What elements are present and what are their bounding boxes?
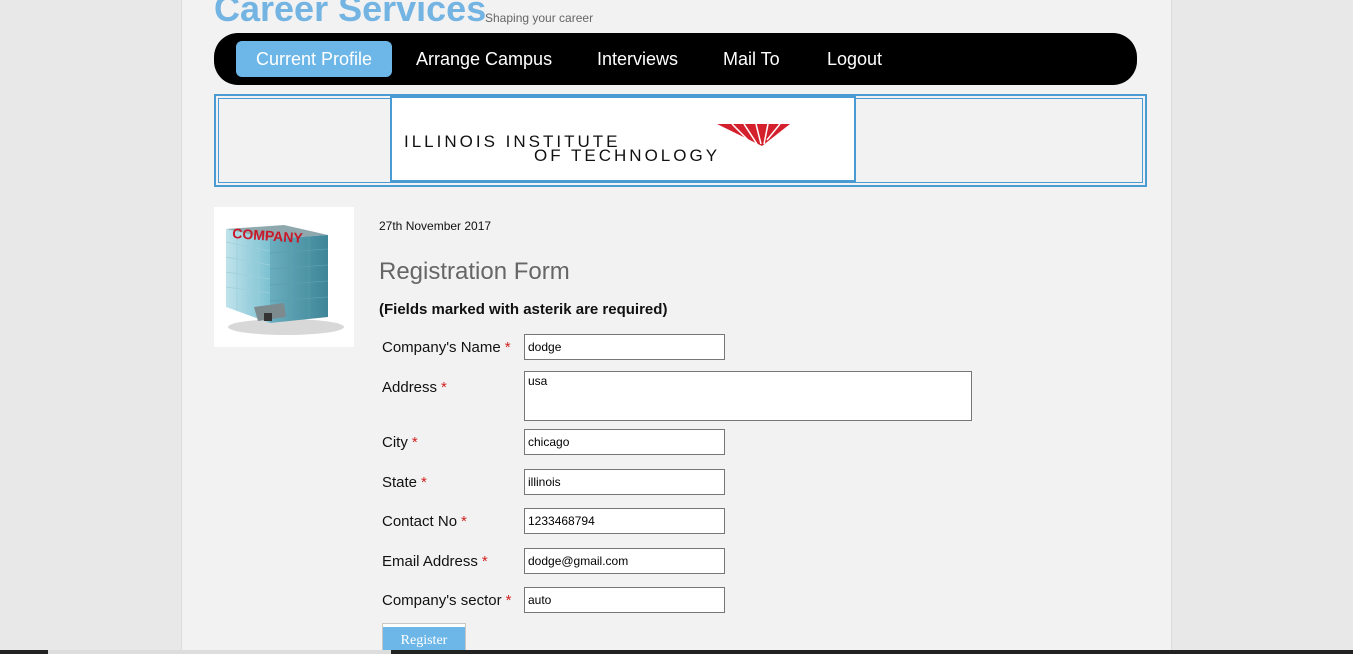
label-text: City [382, 434, 408, 451]
label-text: Contact No [382, 513, 458, 530]
label-contact-no: Contact No * [382, 513, 467, 530]
nav-mail-to[interactable]: Mail To [703, 41, 800, 77]
required-asterisk: * [461, 513, 467, 530]
required-asterisk: * [411, 434, 418, 451]
label-text: Company's Name [382, 339, 501, 356]
main-navbar: Current Profile Arrange Campus Interview… [214, 33, 1137, 85]
email-address-input[interactable] [524, 548, 725, 574]
required-asterisk: * [505, 592, 512, 609]
label-text: State [382, 474, 418, 491]
label-city: City * [382, 434, 418, 451]
nav-arrange-campus[interactable]: Arrange Campus [396, 41, 572, 77]
site-title: Career Services [214, 0, 487, 29]
company-name-input[interactable] [524, 334, 725, 360]
taskbar-highlight [48, 650, 391, 654]
nav-current-profile[interactable]: Current Profile [236, 41, 393, 77]
label-text: Company's sector [382, 592, 502, 609]
contact-no-input[interactable] [524, 508, 725, 534]
nav-interviews[interactable]: Interviews [577, 41, 698, 77]
banner: ILLINOIS INSTITUTE OF TECHNOLOGY [214, 94, 1147, 187]
company-sector-input[interactable] [524, 587, 725, 613]
city-input[interactable] [524, 429, 725, 455]
label-address: Address * [382, 379, 447, 396]
current-date: 27th November 2017 [379, 219, 492, 233]
logo-text-line2: OF TECHNOLOGY [534, 146, 721, 165]
form-title: Registration Form [379, 258, 570, 285]
site-tagline: Shaping your career [485, 11, 594, 25]
iit-logo: ILLINOIS INSTITUTE OF TECHNOLOGY [390, 96, 856, 182]
required-asterisk: * [504, 339, 511, 356]
nav-logout[interactable]: Logout [807, 41, 902, 77]
label-email-address: Email Address * [382, 553, 488, 570]
label-text: Email Address [382, 553, 478, 570]
label-company-sector: Company's sector * [382, 592, 511, 609]
label-company-name: Company's Name * [382, 339, 511, 356]
address-textarea[interactable]: usa [524, 371, 972, 421]
label-text: Address [382, 379, 438, 396]
company-building-image: COMPANY [214, 207, 354, 347]
taskbar-edge [0, 650, 1353, 654]
required-asterisk: * [441, 379, 447, 396]
state-input[interactable] [524, 469, 725, 495]
required-fields-note: (Fields marked with asterik are required… [379, 301, 668, 318]
required-asterisk: * [481, 553, 488, 570]
company-building-icon: COMPANY [225, 225, 344, 335]
label-state: State * [382, 474, 427, 491]
required-asterisk: * [421, 474, 427, 491]
